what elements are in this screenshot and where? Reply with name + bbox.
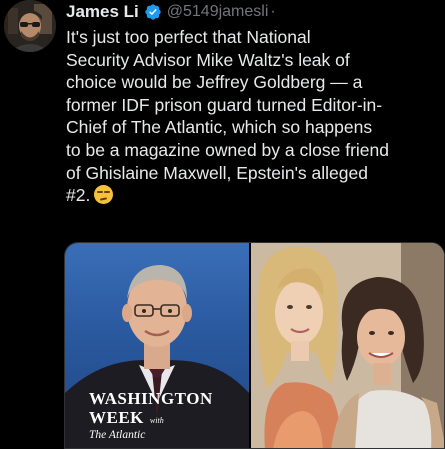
logo-line-2-wrap: WEEK with bbox=[89, 408, 219, 428]
smirking-face-icon bbox=[94, 185, 114, 205]
logo-with: with bbox=[149, 416, 164, 425]
media-image-left[interactable]: WASHINGTON WEEK with The Atlantic bbox=[65, 243, 249, 448]
logo-line-2: WEEK bbox=[89, 408, 144, 427]
separator-dot: · bbox=[270, 3, 276, 20]
author-name[interactable]: James Li bbox=[66, 2, 139, 22]
tweet-text-line: Chief of The Atlantic, which so happens bbox=[66, 117, 373, 138]
tweet-media[interactable]: WASHINGTON WEEK with The Atlantic bbox=[64, 242, 445, 449]
tweet-text-line: #2. bbox=[66, 185, 91, 206]
tweet-text-line: former IDF prison guard turned Editor-in… bbox=[66, 94, 383, 115]
show-logo: WASHINGTON WEEK with The Atlantic bbox=[89, 389, 219, 442]
tweet-text-last-line: #2. bbox=[66, 184, 438, 207]
tweet-text: It's just too perfect that National Secu… bbox=[66, 26, 438, 207]
avatar[interactable] bbox=[4, 0, 56, 52]
tweet-header: James Li @5149jamesli · bbox=[66, 0, 276, 24]
tweet-text-line: to be a magazine owned by a close friend bbox=[66, 139, 389, 160]
verified-badge-icon bbox=[144, 3, 162, 21]
logo-line-1: WASHINGTON bbox=[89, 389, 213, 408]
tweet[interactable]: James Li @5149jamesli · It's just too pe… bbox=[0, 0, 445, 449]
author-handle[interactable]: @5149jamesli bbox=[167, 3, 269, 21]
tweet-text-line: of Ghislaine Maxwell, Epstein's alleged bbox=[66, 162, 368, 183]
tweet-text-line: Security Advisor Mike Waltz's leak of bbox=[66, 49, 350, 70]
logo-line-3: The Atlantic bbox=[89, 429, 146, 441]
media-image-right[interactable] bbox=[251, 243, 444, 448]
tweet-text-line: It's just too perfect that National bbox=[66, 27, 311, 47]
tweet-text-line: choice would be Jeffrey Goldberg — a bbox=[66, 72, 363, 93]
